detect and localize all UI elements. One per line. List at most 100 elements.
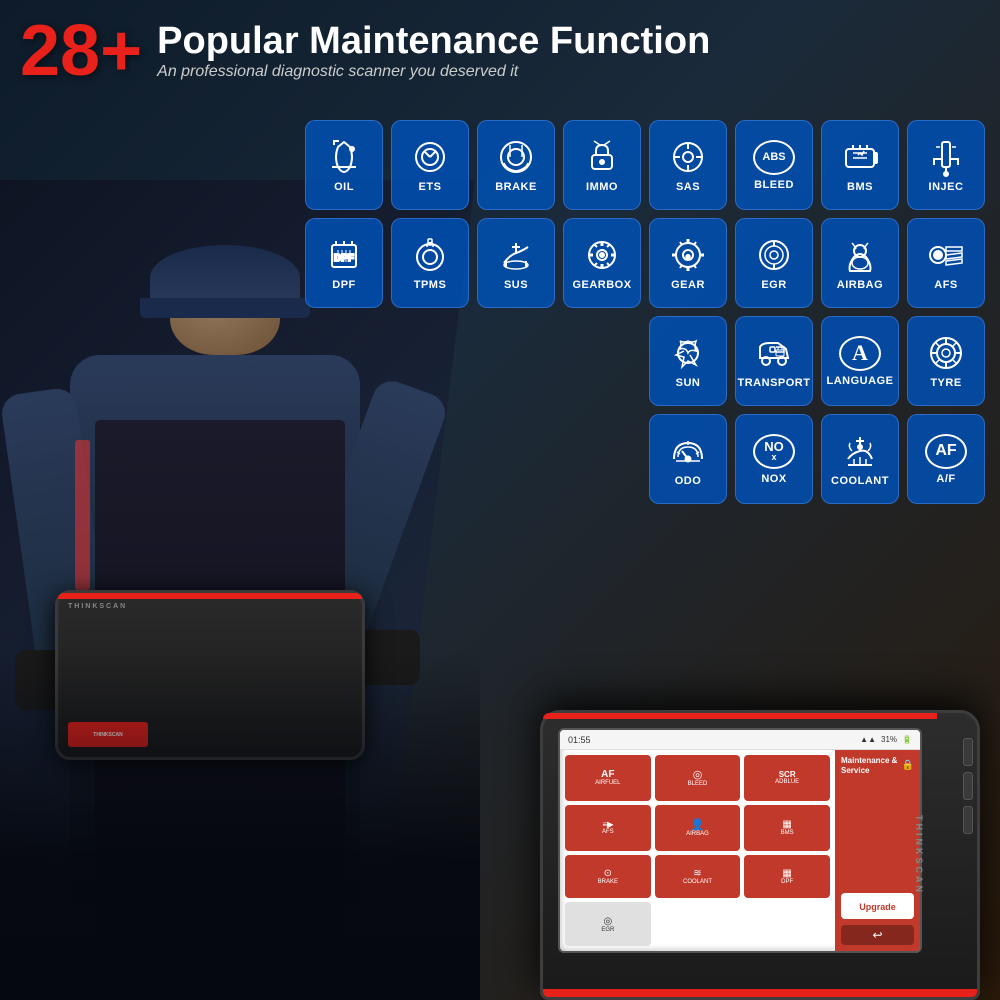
ets-label: ETS <box>419 181 442 193</box>
screen-content: AF AIRFUEL ◎ BLEED SCR ADBLUE <box>560 750 920 951</box>
device-outer: 01:55 ▲▲ 31% 🔋 AF AIRFUEL <box>540 710 980 1000</box>
nox-label: NOx <box>761 473 786 485</box>
header: 28+ Popular Maintenance Function An prof… <box>20 15 980 87</box>
feature-gearbox: GEARBOX <box>563 218 641 308</box>
feature-ets: ETS <box>391 120 469 210</box>
device-red-top <box>58 593 362 599</box>
egr-label: EGR <box>761 279 786 291</box>
transport-label: TRANSPORT <box>738 377 811 389</box>
feature-odo: ODO <box>649 414 727 504</box>
gear-label: GEAR <box>671 279 705 291</box>
feature-coolant: COOLANT <box>821 414 899 504</box>
main-title: Popular Maintenance Function <box>157 21 710 63</box>
upgrade-label: Upgrade <box>859 902 896 912</box>
screen-tile-airbag[interactable]: 👤 AIRBAG <box>655 805 741 851</box>
mechanic-cap-brim <box>140 298 310 318</box>
screen-tile-dpf[interactable]: ▦ DPF <box>744 855 830 899</box>
af-label: A/F <box>936 473 955 485</box>
bms-label: BMS <box>847 181 873 193</box>
side-btn-1[interactable] <box>963 738 973 766</box>
icons-row-2: DPF DPF TPMS SUS <box>305 218 985 308</box>
feature-egr: EGR <box>735 218 813 308</box>
sun-label: SUN <box>676 377 701 389</box>
side-btn-3[interactable] <box>963 806 973 834</box>
sus-label: SUS <box>504 279 528 291</box>
airbag-label: AIRBAG <box>837 279 883 291</box>
sidebar-spacer <box>841 781 914 887</box>
odo-label: ODO <box>675 475 702 487</box>
device-top-stripe <box>543 713 937 719</box>
feature-sas: SAS <box>649 120 727 210</box>
device-brand-vertical: THINKSCAN <box>914 815 924 895</box>
device-screen[interactable]: 01:55 ▲▲ 31% 🔋 AF AIRFUEL <box>558 728 922 953</box>
feature-bms: BMS <box>821 120 899 210</box>
screen-tile-afs[interactable]: ≡▶ AFS <box>565 805 651 851</box>
features-grid: OIL ETS BRAKE <box>305 120 985 512</box>
screen-time: 01:55 <box>568 735 591 745</box>
feature-dpf: DPF DPF <box>305 218 383 308</box>
upgrade-button[interactable]: Upgrade <box>841 893 914 919</box>
device-bottom-stripe <box>543 989 977 997</box>
feature-count: 28+ <box>20 15 142 87</box>
feature-bleed: ABS BLEED <box>735 120 813 210</box>
feature-transport: TRANSPORT <box>735 316 813 406</box>
immo-label: IMMO <box>586 181 618 193</box>
feature-af: AF A/F <box>907 414 985 504</box>
dpf-label: DPF <box>332 279 356 291</box>
screen-tile-brake[interactable]: ⊙ BRAKE <box>565 855 651 899</box>
screen-tile-bleed[interactable]: ◎ BLEED <box>655 755 741 801</box>
afs-label: AFS <box>934 279 958 291</box>
svg-text:●: ● <box>686 252 691 261</box>
sidebar-header: Maintenance & Service 🔒 <box>841 756 914 775</box>
screen-function-grid: AF AIRFUEL ◎ BLEED SCR ADBLUE <box>560 750 835 951</box>
icons-row-1: OIL ETS BRAKE <box>305 120 985 210</box>
held-device: THINKSCAN THINKSCAN <box>55 590 365 760</box>
oil-label: OIL <box>334 181 354 193</box>
screen-tile-adblue[interactable]: SCR ADBLUE <box>744 755 830 801</box>
bleed-label: BLEED <box>754 179 794 191</box>
feature-gear: ● GEAR <box>649 218 727 308</box>
feature-tyre: TYRE <box>907 316 985 406</box>
screen-wifi: ▲▲ <box>860 735 876 744</box>
feature-tpms: TPMS <box>391 218 469 308</box>
sas-label: SAS <box>676 181 700 193</box>
screen-battery: 31% <box>881 735 897 744</box>
feature-oil: OIL <box>305 120 383 210</box>
device-brand-label: THINKSCAN <box>68 603 127 610</box>
screen-tile-egr[interactable]: ◎ EGR <box>565 902 651 946</box>
side-buttons <box>963 738 977 834</box>
side-btn-2[interactable] <box>963 772 973 800</box>
back-icon: ↩ <box>872 928 882 942</box>
feature-immo: IMMO <box>563 120 641 210</box>
gearbox-label: GEARBOX <box>572 279 631 291</box>
brake-label: BRAKE <box>495 181 537 193</box>
screen-tile-coolant[interactable]: ≋ COOLANT <box>655 855 741 899</box>
header-text-block: Popular Maintenance Function An professi… <box>157 21 710 81</box>
icons-row-3: SUN TRANSPORT A LANGUAGE <box>305 316 985 406</box>
sidebar-lock-icon: 🔒 <box>902 760 914 771</box>
feature-brake: BRAKE <box>477 120 555 210</box>
feature-airbag: AIRBAG <box>821 218 899 308</box>
main-device: 01:55 ▲▲ 31% 🔋 AF AIRFUEL <box>520 680 980 1000</box>
icons-row-4: ODO NO x NOx COOLANT <box>305 414 985 504</box>
screen-tile-af[interactable]: AF AIRFUEL <box>565 755 651 801</box>
screen-indicators: ▲▲ 31% 🔋 <box>860 735 912 744</box>
screen-tile-bms[interactable]: ▦ BMS <box>744 805 830 851</box>
safety-stripe-left <box>75 440 90 590</box>
tyre-label: TYRE <box>930 377 961 389</box>
back-button[interactable]: ↩ <box>841 925 914 945</box>
feature-injec: INJEC <box>907 120 985 210</box>
tpms-label: TPMS <box>414 279 447 291</box>
screen-sidebar: Maintenance & Service 🔒 Upgrade ↩ <box>835 750 920 951</box>
screen-statusbar: 01:55 ▲▲ 31% 🔋 <box>560 730 920 750</box>
feature-nox: NO x NOx <box>735 414 813 504</box>
svg-text:DPF: DPF <box>334 253 354 264</box>
feature-sus: SUS <box>477 218 555 308</box>
sidebar-title: Maintenance & Service <box>841 756 902 775</box>
feature-afs: AFS <box>907 218 985 308</box>
device-sticker: THINKSCAN <box>68 722 148 747</box>
subtitle: An professional diagnostic scanner you d… <box>157 63 710 81</box>
injec-label: INJEC <box>929 181 964 193</box>
language-label: LANGUAGE <box>827 375 894 387</box>
coolant-label: COOLANT <box>831 475 889 487</box>
